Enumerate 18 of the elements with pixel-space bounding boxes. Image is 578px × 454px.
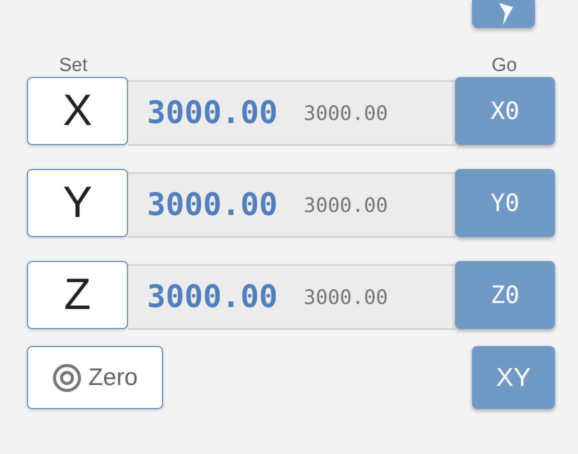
set-axis-button[interactable]: X	[27, 77, 128, 145]
set-axis-button[interactable]: Y	[27, 169, 128, 237]
go-label: Go	[492, 56, 517, 75]
pointer-button[interactable]	[472, 0, 535, 28]
xy-zero-button[interactable]: XY	[472, 346, 555, 409]
machine-position: 3000.00	[304, 284, 388, 311]
set-axis-button[interactable]: Z	[27, 261, 128, 329]
go-zero-button[interactable]: Z0	[455, 261, 555, 329]
zero-button[interactable]: Zero	[27, 346, 163, 409]
go-zero-button[interactable]: Y0	[455, 169, 555, 237]
set-label: Set	[59, 56, 88, 75]
work-position: 3000.00	[147, 278, 278, 317]
work-position: 3000.00	[147, 186, 278, 225]
target-icon	[52, 362, 82, 392]
work-position: 3000.00	[147, 94, 278, 133]
machine-position: 3000.00	[304, 192, 388, 219]
machine-position: 3000.00	[304, 100, 388, 127]
go-zero-button[interactable]: X0	[455, 77, 555, 145]
